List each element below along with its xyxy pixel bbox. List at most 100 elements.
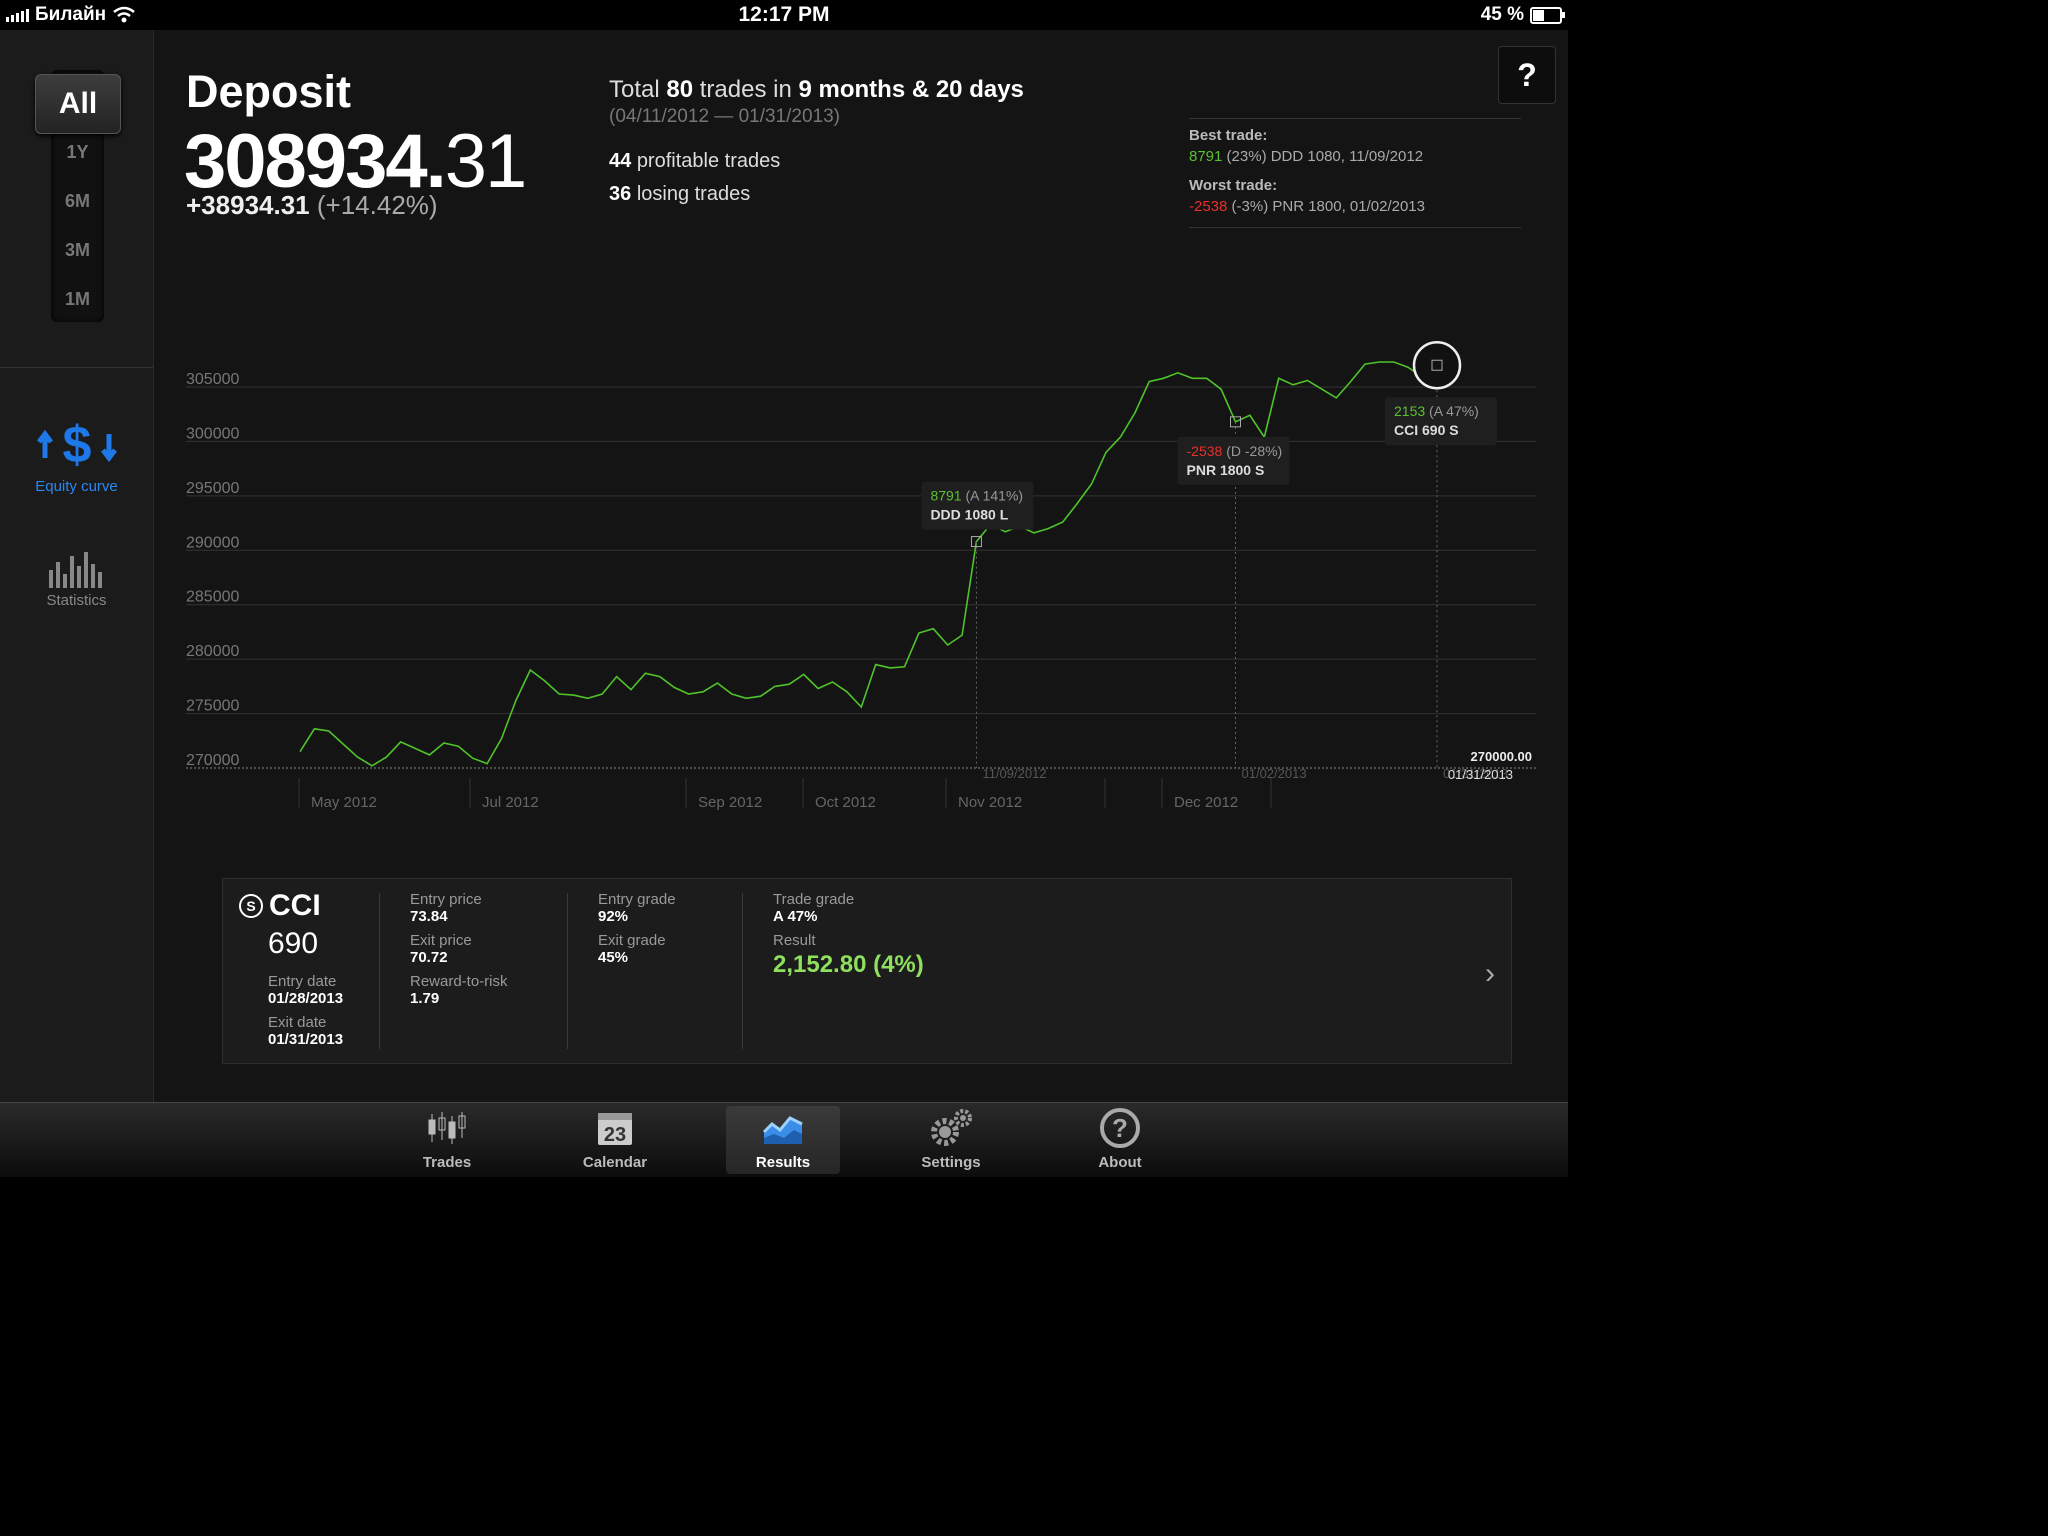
x-tick-label: Dec 2012: [1174, 794, 1238, 811]
x-tick-label: Nov 2012: [958, 794, 1022, 811]
worst-trade-label: Worst trade:: [1189, 177, 1278, 194]
field-label: Result: [773, 932, 816, 949]
x-tick-label: Oct 2012: [815, 794, 876, 811]
change-amount: +38934.31: [186, 190, 310, 220]
deposit-title: Deposit: [186, 66, 352, 117]
x-tick-label: Jul 2012: [482, 794, 539, 811]
field-label: Exit date: [268, 1014, 327, 1031]
range-1m-button[interactable]: 1M: [51, 289, 104, 310]
y-tick-label: 285000: [186, 589, 239, 606]
app-window: All 1Y 6M 3M 1M $ Equity curve Statistic…: [0, 30, 1568, 1102]
svg-text:?: ?: [1112, 1113, 1128, 1143]
entry-date-field: Entry date 01/28/2013: [268, 973, 343, 1007]
losing-label: losing trades: [636, 183, 751, 205]
tab-label: Trades: [422, 1154, 472, 1171]
y-tick-label: 275000: [186, 698, 239, 715]
range-all-button[interactable]: All: [35, 74, 121, 134]
tab-label: About: [1098, 1154, 1142, 1171]
field-label: Reward-to-risk: [410, 973, 508, 990]
divider: [1189, 118, 1521, 119]
column-divider: [567, 893, 568, 1049]
entry-grade-field: Entry grade 92%: [598, 891, 676, 925]
y-tick-label: 295000: [186, 480, 239, 497]
exit-price-field: Exit price 70.72: [410, 932, 472, 966]
sidebar-divider: [0, 367, 153, 368]
help-button[interactable]: ?: [1498, 46, 1556, 104]
best-trade-value: 8791: [1189, 148, 1223, 165]
y-tick-label: 305000: [186, 371, 239, 388]
x-tick-label: May 2012: [311, 794, 377, 811]
symbol-text: CCI: [269, 889, 321, 922]
range-3m-button[interactable]: 3M: [51, 240, 104, 261]
worst-trade-value: -2538: [1189, 198, 1228, 215]
selected-trade-marker: [1412, 340, 1462, 390]
reward-risk-field: Reward-to-risk 1.79: [410, 973, 508, 1007]
best-worst-trades: Best trade: 8791 (23%) DDD 1080, 11/09/2…: [1189, 118, 1521, 236]
sidebar: All 1Y 6M 3M 1M $ Equity curve Statistic…: [0, 30, 154, 1102]
date-range: (04/11/2012 — 01/31/2013): [609, 106, 840, 127]
status-bar: Билайн 12:17 PM 45 %: [0, 0, 1568, 30]
tab-label: Results: [755, 1154, 811, 1171]
trade-grade-field: Trade grade A 47%: [773, 891, 854, 925]
equity-chart[interactable]: 305000 300000 295000 290000 285000 280000 2750…: [154, 280, 1568, 840]
sidebar-item-equity-curve[interactable]: $ Equity curve: [0, 418, 153, 495]
result-field: Result 2,152.80 (4%): [773, 932, 924, 979]
trade-detail-panel[interactable]: S CCI 690 Entry date 01/28/2013 Exit date 0…: [222, 878, 1512, 1064]
tab-label: Calendar: [582, 1154, 648, 1171]
losing-count: 36: [609, 183, 632, 205]
summary-period: 9 months & 20 days: [798, 76, 1024, 103]
tab-trades[interactable]: Trades: [390, 1106, 504, 1174]
annotation-result: 8791 (A 141%): [930, 488, 1023, 504]
annotation-date: 01/02/2013: [1242, 766, 1307, 781]
annotation-result: -2538 (D -28%): [1187, 443, 1283, 459]
tab-bar: Trades 23 Calendar Results Settings ? Ab…: [0, 1102, 1568, 1177]
tab-label: Settings: [921, 1154, 981, 1171]
column-divider: [742, 893, 743, 1049]
column-divider: [379, 893, 380, 1049]
sidebar-item-statistics[interactable]: Statistics: [0, 550, 153, 609]
range-6m-button[interactable]: 6M: [51, 191, 104, 212]
field-value: 45%: [598, 949, 629, 966]
field-label: Exit grade: [598, 932, 666, 949]
sidebar-item-label: Statistics: [46, 592, 107, 609]
range-1y-button[interactable]: 1Y: [51, 142, 104, 163]
battery-percent: 45 %: [1480, 4, 1524, 25]
divider: [1189, 227, 1521, 228]
trade-quantity: 690: [268, 927, 319, 960]
baseline-label: 270000.00: [1471, 749, 1532, 764]
svg-text:23: 23: [604, 1124, 626, 1146]
main-panel: Deposit 308934.31 +38934.31 (+14.42%) To…: [154, 30, 1568, 1102]
tab-settings[interactable]: Settings: [894, 1106, 1008, 1174]
tab-calendar[interactable]: 23 Calendar: [558, 1106, 672, 1174]
trade-annotation: 01/31/20132153 (A 47%)CCI 690 S: [1385, 340, 1508, 781]
summary-mid: trades in: [699, 76, 792, 103]
deposit-cents: 31: [444, 119, 528, 204]
field-value: A 47%: [773, 908, 818, 925]
profitable-trades: 44 profitable trades: [609, 150, 1024, 173]
results-chart-icon: [762, 1116, 803, 1144]
annotation-result: 2153 (A 47%): [1394, 403, 1479, 419]
short-position-icon: S: [239, 894, 263, 918]
annotation-trade: CCI 690 S: [1394, 422, 1459, 438]
annotation-trade: DDD 1080 L: [930, 507, 1008, 523]
field-label: Entry date: [268, 973, 337, 990]
field-label: Trade grade: [773, 891, 855, 908]
summary: Total 80 trades in 9 months & 20 days (0…: [609, 76, 1024, 206]
best-trade: 8791 (23%) DDD 1080, 11/09/2012: [1189, 148, 1521, 165]
entry-price-field: Entry price 73.84: [410, 891, 482, 925]
field-label: Exit price: [410, 932, 472, 949]
summary-line: Total 80 trades in 9 months & 20 days: [609, 76, 1024, 104]
clock: 12:17 PM: [738, 3, 830, 26]
field-label: Entry grade: [598, 891, 676, 908]
chevron-right-icon[interactable]: ›: [1485, 957, 1495, 991]
tab-results[interactable]: Results: [726, 1106, 840, 1174]
summary-trade-count: 80: [666, 76, 694, 103]
battery-info: 45 %: [1480, 4, 1565, 26]
tab-about[interactable]: ? About: [1063, 1106, 1177, 1174]
best-trade-details: (23%) DDD 1080, 11/09/2012: [1226, 148, 1424, 165]
field-value: 01/31/2013: [268, 1031, 344, 1048]
worst-trade-details: (-3%) PNR 1800, 01/02/2013: [1231, 198, 1425, 215]
annotation-date: 11/09/2012: [982, 766, 1046, 781]
losing-trades: 36 losing trades: [609, 183, 1024, 206]
equity-line: [299, 361, 1438, 767]
